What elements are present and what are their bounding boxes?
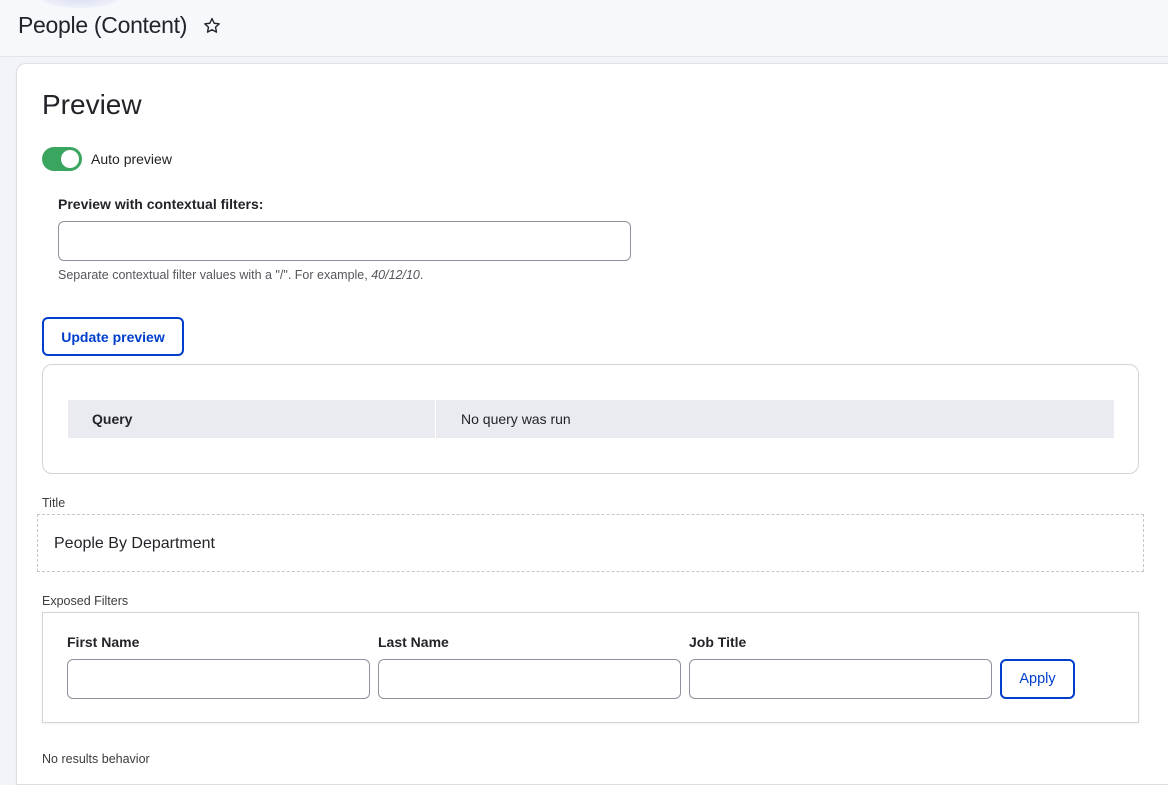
query-panel: Query No query was run: [42, 364, 1139, 474]
page-header: People (Content): [0, 0, 1168, 57]
no-results-label: No results behavior: [42, 752, 150, 766]
toggle-knob: [61, 150, 79, 168]
preview-heading: Preview: [42, 89, 142, 120]
apply-button[interactable]: Apply: [1000, 659, 1075, 699]
header-decoration: [40, 0, 120, 8]
contextual-filters-help: Separate contextual filter values with a…: [58, 268, 423, 282]
title-section-label: Title: [42, 496, 66, 510]
view-title: People By Department: [54, 535, 215, 552]
query-row: Query No query was run: [68, 400, 1114, 438]
query-key: Query: [68, 400, 436, 438]
first-name-label: First Name: [67, 634, 140, 650]
last-name-input[interactable]: [378, 659, 681, 699]
help-text: Separate contextual filter values with a…: [58, 268, 372, 282]
exposed-filters-label: Exposed Filters: [42, 594, 129, 608]
star-outline-icon[interactable]: [202, 16, 222, 36]
job-title-input[interactable]: [689, 659, 992, 699]
update-preview-button[interactable]: Update preview: [42, 317, 184, 356]
job-title-label: Job Title: [689, 634, 747, 650]
help-example: 40/12/10: [371, 268, 420, 282]
first-name-input[interactable]: [67, 659, 370, 699]
view-title-area: People By Department: [37, 514, 1144, 572]
contextual-filters-label: Preview with contextual filters:: [58, 196, 264, 212]
page-title: People (Content): [18, 12, 188, 38]
auto-preview-label: Auto preview: [91, 151, 172, 167]
auto-preview-toggle[interactable]: [42, 147, 82, 171]
last-name-label: Last Name: [378, 634, 449, 650]
help-suffix: .: [419, 268, 424, 282]
contextual-filters-input[interactable]: [58, 221, 631, 261]
query-value: No query was run: [461, 411, 571, 427]
